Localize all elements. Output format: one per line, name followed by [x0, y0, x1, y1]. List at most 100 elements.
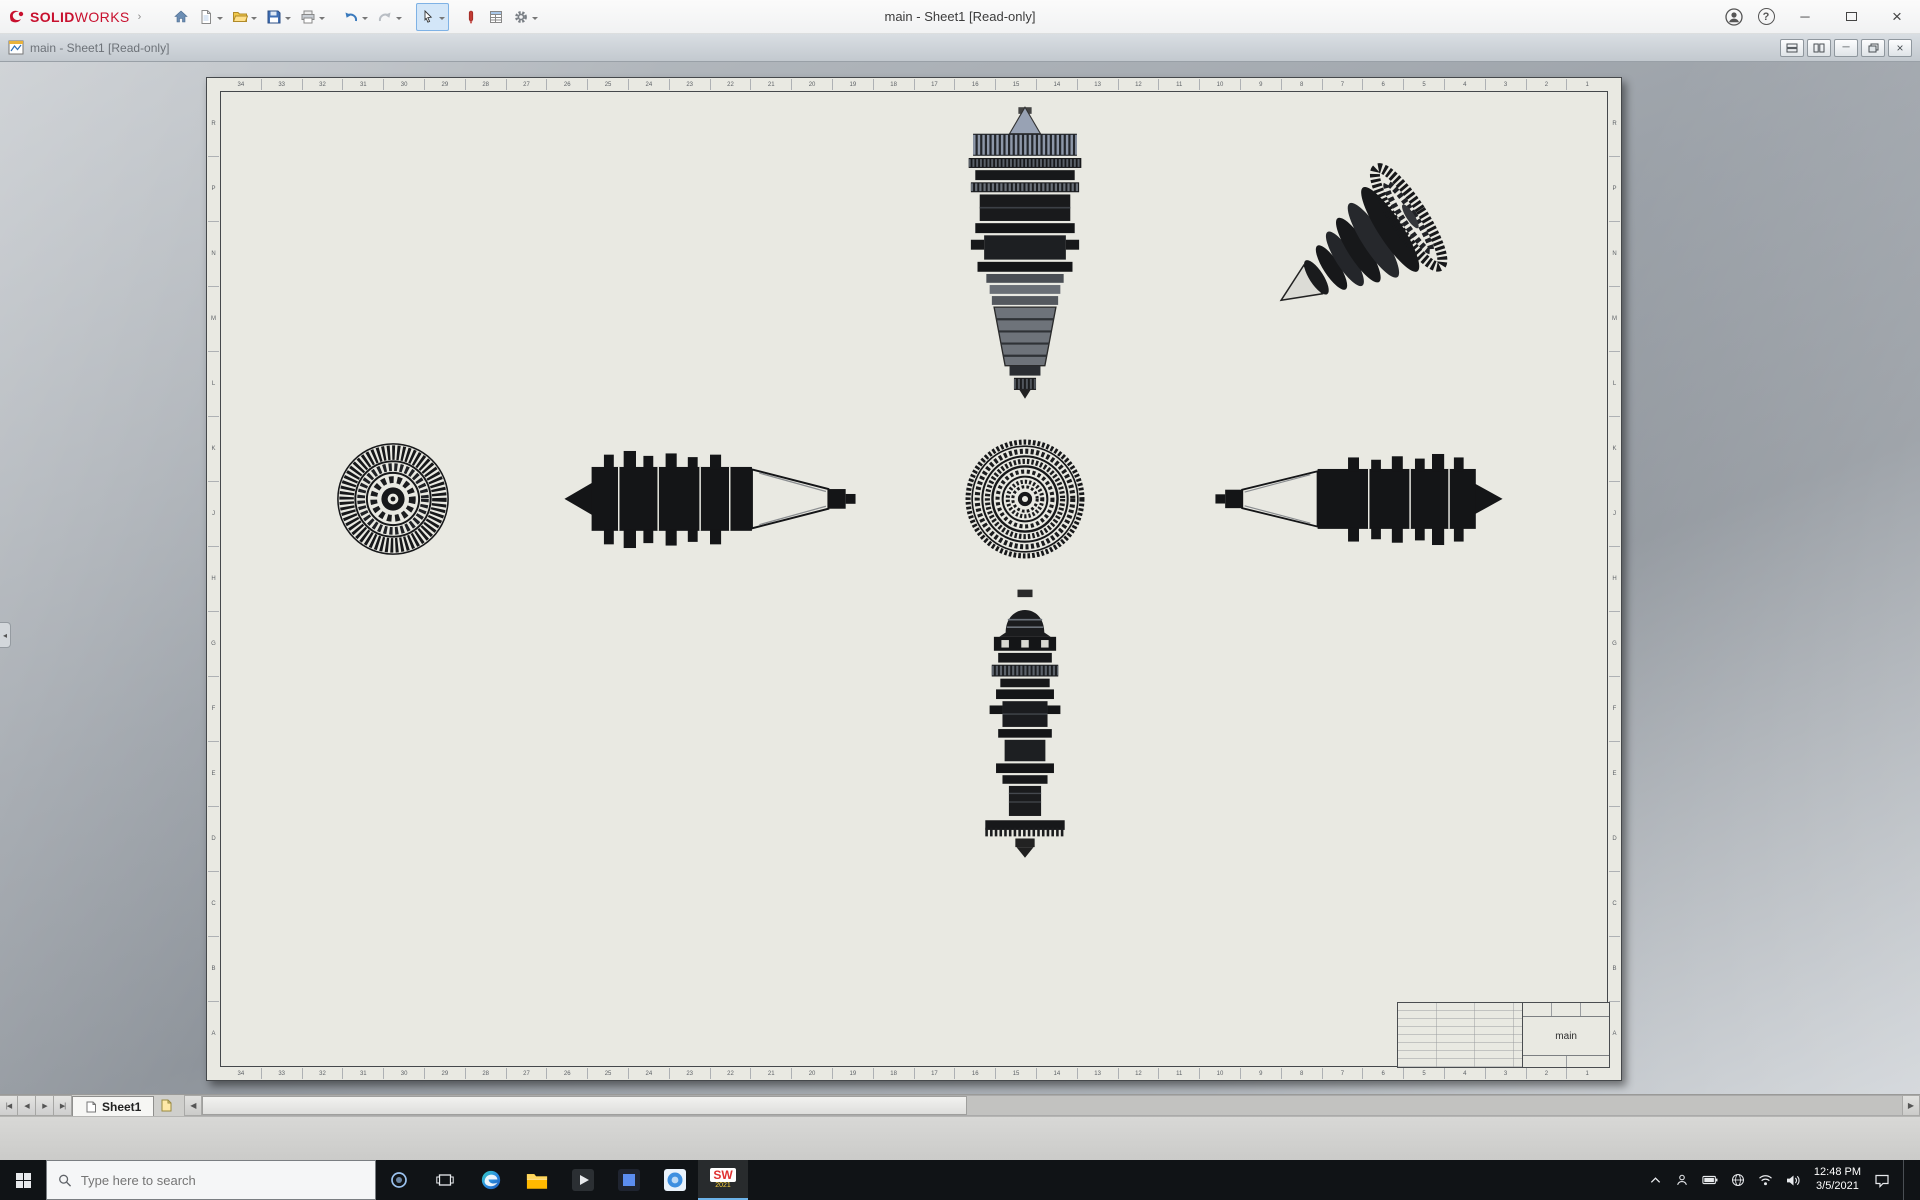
- cortana-button[interactable]: [376, 1160, 422, 1200]
- battery-icon[interactable]: [1702, 1174, 1718, 1186]
- view-bottom[interactable]: [966, 582, 1084, 879]
- media-app-button[interactable]: [560, 1160, 606, 1200]
- zone-label: B: [208, 936, 219, 1001]
- tile-vertical-button[interactable]: [1807, 38, 1831, 57]
- dropdown-caret[interactable]: [396, 16, 403, 23]
- sheet-tabbar: |◀ ◀ ▶ ▶| Sheet1 ◀ ▶: [0, 1094, 1920, 1116]
- new-document-button[interactable]: [194, 3, 227, 31]
- zone-label: 34: [237, 81, 245, 88]
- zone-label: 6: [1362, 1068, 1403, 1079]
- zone-label: 9: [1239, 1068, 1281, 1079]
- edge-button[interactable]: [468, 1160, 514, 1200]
- zone-labels-left: R PNMLKJHGFEDCBA: [208, 92, 219, 1066]
- previous-sheet-button[interactable]: ◀: [18, 1095, 36, 1116]
- scroll-right-arrow[interactable]: ▶: [1902, 1095, 1920, 1116]
- zone-label: L: [1609, 351, 1620, 416]
- zone-label: 10: [1199, 79, 1240, 90]
- minimize-button[interactable]: ─: [1782, 0, 1828, 34]
- red-pen-icon: [469, 10, 474, 24]
- options-button[interactable]: [509, 3, 542, 31]
- doc-restore-button[interactable]: [1861, 38, 1885, 57]
- save-button[interactable]: [262, 3, 295, 31]
- view-isometric[interactable]: [1238, 154, 1483, 349]
- home-button[interactable]: [169, 3, 193, 31]
- dropdown-caret[interactable]: [532, 16, 539, 23]
- view-side-left[interactable]: [562, 435, 858, 569]
- markup-button[interactable]: [459, 3, 483, 31]
- file-explorer-button[interactable]: [514, 1160, 560, 1200]
- doc-close-button[interactable]: ×: [1888, 38, 1912, 57]
- help-button[interactable]: ?: [1750, 0, 1782, 34]
- zone-label: 22: [709, 79, 751, 90]
- zone-label: 18: [872, 79, 914, 90]
- horizontal-scrollbar[interactable]: ◀ ▶: [184, 1095, 1920, 1116]
- tile-horizontal-button[interactable]: [1780, 38, 1804, 57]
- zone-label: N: [1609, 221, 1620, 286]
- people-icon[interactable]: [1675, 1173, 1689, 1187]
- view-front[interactable]: [335, 441, 451, 562]
- scroll-left-arrow[interactable]: ◀: [184, 1095, 203, 1116]
- drawing-sheet[interactable]: 34 33 32 31 30 29 28 27 26 25 24 23 22 21 20 19 18 17 16 15…: [206, 77, 1622, 1081]
- taskbar-clock[interactable]: 12:48 PM 3/5/2021: [1814, 1166, 1861, 1194]
- taskbar-search[interactable]: [46, 1160, 376, 1200]
- maximize-button[interactable]: [1828, 0, 1874, 34]
- show-desktop-button[interactable]: [1903, 1160, 1910, 1200]
- sheet-properties-icon: [490, 10, 503, 23]
- dropdown-caret[interactable]: [251, 16, 258, 23]
- view-top[interactable]: [964, 105, 1086, 406]
- add-sheet-icon: [161, 1099, 172, 1112]
- select-tool-button[interactable]: [416, 2, 450, 31]
- view-side-right[interactable]: [1213, 439, 1505, 565]
- app-dark-icon: [618, 1169, 640, 1191]
- dropdown-caret[interactable]: [362, 16, 369, 23]
- graphics-area[interactable]: ◂ 34 33 32 31 30 29 28 27 26 25 24 23 22 21 20 19 18 17 16…: [0, 62, 1920, 1094]
- wifi-icon[interactable]: [1758, 1174, 1773, 1186]
- action-center-icon[interactable]: [1874, 1173, 1890, 1188]
- zone-label: 21: [750, 1068, 791, 1079]
- view-rear[interactable]: [964, 438, 1086, 565]
- last-sheet-button[interactable]: ▶|: [54, 1095, 72, 1116]
- menu-flyout-arrow[interactable]: ›: [138, 11, 142, 23]
- first-sheet-button[interactable]: |◀: [0, 1095, 18, 1116]
- doc-minimize-button[interactable]: ─: [1834, 38, 1858, 57]
- sheet-tab-sheet1[interactable]: Sheet1: [72, 1096, 155, 1116]
- sheet-properties-button[interactable]: [484, 3, 508, 31]
- solidworks-taskbar-button[interactable]: SW 2021: [698, 1160, 748, 1200]
- next-sheet-button[interactable]: ▶: [36, 1095, 54, 1116]
- start-button[interactable]: [0, 1160, 46, 1200]
- status-bar: [0, 1116, 1920, 1160]
- zone-label: 31: [342, 79, 383, 90]
- panel-collapse-arrow[interactable]: ◂: [0, 622, 11, 648]
- zone-label: 11: [1158, 1068, 1199, 1079]
- dropdown-caret[interactable]: [285, 16, 292, 23]
- redo-button[interactable]: [373, 3, 406, 31]
- dropdown-caret[interactable]: [319, 16, 326, 23]
- dropdown-caret[interactable]: [217, 16, 224, 23]
- network-globe-icon[interactable]: [1731, 1173, 1745, 1187]
- undo-button[interactable]: [339, 3, 372, 31]
- clock-date: 3/5/2021: [1816, 1180, 1859, 1192]
- photos-app-button[interactable]: [652, 1160, 698, 1200]
- account-button[interactable]: [1718, 0, 1750, 34]
- zone-label: 4: [1443, 1068, 1485, 1079]
- open-button[interactable]: [228, 3, 261, 31]
- app-dark-button[interactable]: [606, 1160, 652, 1200]
- zone-label: D: [208, 806, 219, 871]
- solidworks-logo[interactable]: SOLIDWORKS ›: [0, 0, 151, 33]
- zone-label: 26: [546, 79, 587, 90]
- zone-label: 19: [831, 79, 873, 90]
- add-sheet-button[interactable]: [154, 1095, 178, 1116]
- new-document-icon: [201, 9, 212, 24]
- dropdown-caret[interactable]: [439, 16, 446, 23]
- search-input[interactable]: [80, 1172, 364, 1188]
- scrollbar-track[interactable]: [202, 1095, 1902, 1116]
- clock-time: 12:48 PM: [1813, 1166, 1861, 1179]
- print-button[interactable]: [296, 3, 329, 31]
- task-view-button[interactable]: [422, 1160, 468, 1200]
- zone-label: J: [1609, 481, 1620, 546]
- select-cursor-icon: [424, 9, 433, 23]
- scrollbar-thumb[interactable]: [202, 1096, 968, 1115]
- chevron-up-icon[interactable]: [1649, 1175, 1662, 1185]
- volume-icon[interactable]: [1786, 1174, 1801, 1187]
- close-button[interactable]: ×: [1874, 0, 1920, 34]
